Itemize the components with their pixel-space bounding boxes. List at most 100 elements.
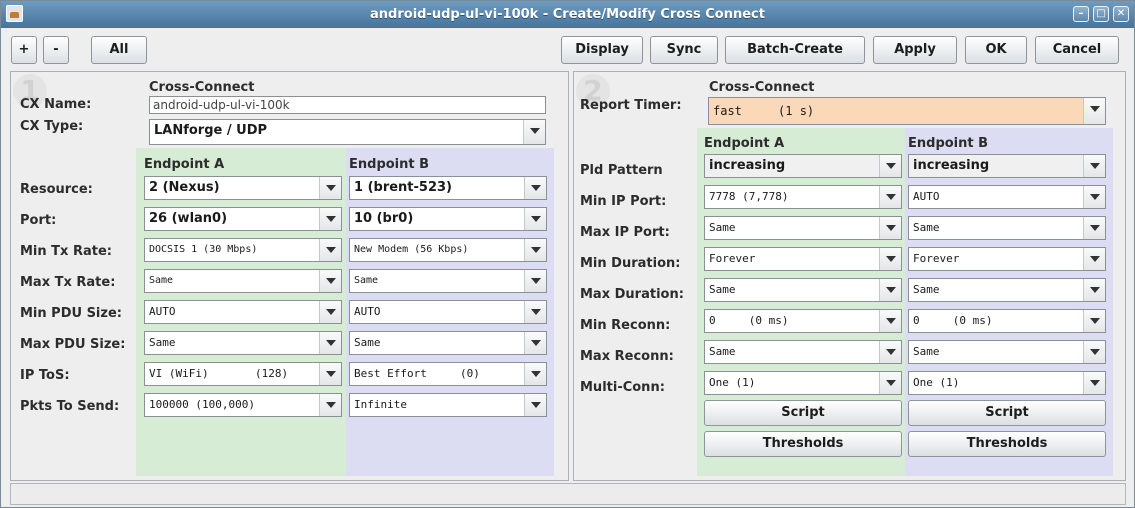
chevron-down-icon[interactable] [1083, 279, 1105, 301]
add-button[interactable]: + [11, 36, 37, 64]
title-bar[interactable]: android-udp-ul-vi-100k - Create/Modify C… [1, 1, 1134, 28]
max-pdu-size-label: Max PDU Size: [20, 337, 126, 352]
pld-pattern-a-dropdown[interactable]: increasing [704, 154, 902, 178]
chevron-down-icon[interactable] [319, 301, 341, 323]
min-ip-port-a-dropdown[interactable]: 7778 (7,778) [704, 185, 902, 209]
thresholds-a-button[interactable]: Thresholds [704, 431, 902, 457]
max-reconn-b-value: Same [913, 345, 940, 358]
max-tx-rate-a-value: Same [149, 275, 174, 286]
resource-a-dropdown[interactable]: 2 (Nexus) [144, 176, 342, 200]
batch-create-button[interactable]: Batch-Create [725, 36, 865, 64]
multi-conn-a-dropdown[interactable]: One (1) [704, 371, 902, 395]
chevron-down-icon[interactable] [1083, 186, 1105, 208]
chevron-down-icon[interactable] [879, 186, 901, 208]
chevron-down-icon[interactable] [524, 301, 546, 323]
chevron-down-icon[interactable] [319, 363, 341, 385]
min-pdu-size-b-dropdown[interactable]: AUTO [349, 300, 547, 324]
maximize-icon[interactable]: □ [1093, 6, 1109, 22]
chevron-down-icon[interactable] [319, 332, 341, 354]
report-timer-dropdown[interactable]: fast (1 s) [708, 97, 1106, 125]
min-reconn-a-dropdown[interactable]: 0 (0 ms) [704, 309, 902, 333]
min-pdu-size-label: Min PDU Size: [20, 306, 122, 321]
max-duration-b-dropdown[interactable]: Same [908, 278, 1106, 302]
chevron-down-icon[interactable] [319, 177, 341, 199]
chevron-down-icon[interactable] [319, 239, 341, 261]
chevron-down-icon[interactable] [319, 208, 341, 230]
multi-conn-b-value: One (1) [913, 376, 960, 389]
cross-connect-heading: Cross-Connect [149, 80, 255, 95]
chevron-down-icon[interactable] [879, 372, 901, 394]
max-reconn-label: Max Reconn: [580, 349, 674, 364]
min-tx-rate-b-dropdown[interactable]: New Modem (56 Kbps) [349, 238, 547, 262]
multi-conn-b-dropdown[interactable]: One (1) [908, 371, 1106, 395]
chevron-down-icon[interactable] [524, 270, 546, 292]
chevron-down-icon[interactable] [524, 332, 546, 354]
chevron-down-icon[interactable] [524, 208, 546, 230]
chevron-down-icon[interactable] [879, 279, 901, 301]
port-a-dropdown[interactable]: 26 (wlan0) [144, 207, 342, 231]
max-duration-a-value: Same [709, 283, 736, 296]
max-pdu-size-b-dropdown[interactable]: Same [349, 331, 547, 355]
thresholds-b-button[interactable]: Thresholds [908, 431, 1106, 457]
script-a-button[interactable]: Script [704, 400, 902, 426]
chevron-down-icon[interactable] [879, 310, 901, 332]
ok-button[interactable]: OK [965, 36, 1027, 64]
chevron-down-icon[interactable] [1083, 217, 1105, 239]
close-icon[interactable]: ✕ [1113, 6, 1129, 22]
min-ip-port-b-value: AUTO [913, 190, 940, 203]
sync-button[interactable]: Sync [650, 36, 718, 64]
script-b-button[interactable]: Script [908, 400, 1106, 426]
chevron-down-icon[interactable] [524, 177, 546, 199]
remove-button[interactable]: - [43, 36, 69, 64]
display-button[interactable]: Display [561, 36, 643, 64]
ip-tos-a-dropdown[interactable]: VI (WiFi) (128) [144, 362, 342, 386]
chevron-down-icon[interactable] [319, 394, 341, 416]
chevron-down-icon[interactable] [879, 248, 901, 270]
cx-name-input[interactable]: android-udp-ul-vi-100k [149, 96, 546, 114]
max-tx-rate-a-dropdown[interactable]: Same [144, 269, 342, 293]
chevron-down-icon[interactable] [1083, 341, 1105, 363]
port-b-dropdown[interactable]: 10 (br0) [349, 207, 547, 231]
minimize-icon[interactable]: – [1073, 6, 1089, 22]
max-reconn-b-dropdown[interactable]: Same [908, 340, 1106, 364]
cx-type-dropdown[interactable]: LANforge / UDP [149, 119, 546, 145]
chevron-down-icon[interactable] [319, 270, 341, 292]
ip-tos-b-dropdown[interactable]: Best Effort (0) [349, 362, 547, 386]
max-ip-port-b-dropdown[interactable]: Same [908, 216, 1106, 240]
chevron-down-icon[interactable] [1083, 248, 1105, 270]
max-ip-port-a-dropdown[interactable]: Same [704, 216, 902, 240]
ip-tos-label: IP ToS: [20, 368, 70, 383]
chevron-down-icon[interactable] [879, 155, 901, 177]
pld-pattern-b-dropdown[interactable]: increasing [908, 154, 1106, 178]
max-duration-a-dropdown[interactable]: Same [704, 278, 902, 302]
pkts-to-send-b-dropdown[interactable]: Infinite [349, 393, 547, 417]
report-timer-value: fast (1 s) [713, 104, 815, 118]
max-pdu-size-a-value: Same [149, 336, 176, 349]
chevron-down-icon[interactable] [524, 394, 546, 416]
max-tx-rate-b-dropdown[interactable]: Same [349, 269, 547, 293]
resource-label: Resource: [20, 182, 93, 197]
chevron-down-icon[interactable] [1083, 310, 1105, 332]
max-pdu-size-a-dropdown[interactable]: Same [144, 331, 342, 355]
cancel-button[interactable]: Cancel [1035, 36, 1119, 64]
min-duration-b-dropdown[interactable]: Forever [908, 247, 1106, 271]
min-ip-port-b-dropdown[interactable]: AUTO [908, 185, 1106, 209]
chevron-down-icon[interactable] [1083, 372, 1105, 394]
chevron-down-icon[interactable] [879, 341, 901, 363]
all-button[interactable]: All [91, 36, 147, 64]
chevron-down-icon[interactable] [523, 120, 545, 144]
chevron-down-icon[interactable] [1083, 98, 1105, 124]
resource-b-dropdown[interactable]: 1 (brent-523) [349, 176, 547, 200]
min-ip-port-a-value: 7778 (7,778) [709, 190, 789, 203]
min-tx-rate-a-dropdown[interactable]: DOCSIS 1 (30 Mbps) [144, 238, 342, 262]
chevron-down-icon[interactable] [879, 217, 901, 239]
chevron-down-icon[interactable] [524, 239, 546, 261]
min-pdu-size-a-dropdown[interactable]: AUTO [144, 300, 342, 324]
max-reconn-a-dropdown[interactable]: Same [704, 340, 902, 364]
min-reconn-b-dropdown[interactable]: 0 (0 ms) [908, 309, 1106, 333]
apply-button[interactable]: Apply [873, 36, 957, 64]
pkts-to-send-a-dropdown[interactable]: 100000 (100,000) [144, 393, 342, 417]
chevron-down-icon[interactable] [1083, 155, 1105, 177]
chevron-down-icon[interactable] [524, 363, 546, 385]
min-duration-a-dropdown[interactable]: Forever [704, 247, 902, 271]
